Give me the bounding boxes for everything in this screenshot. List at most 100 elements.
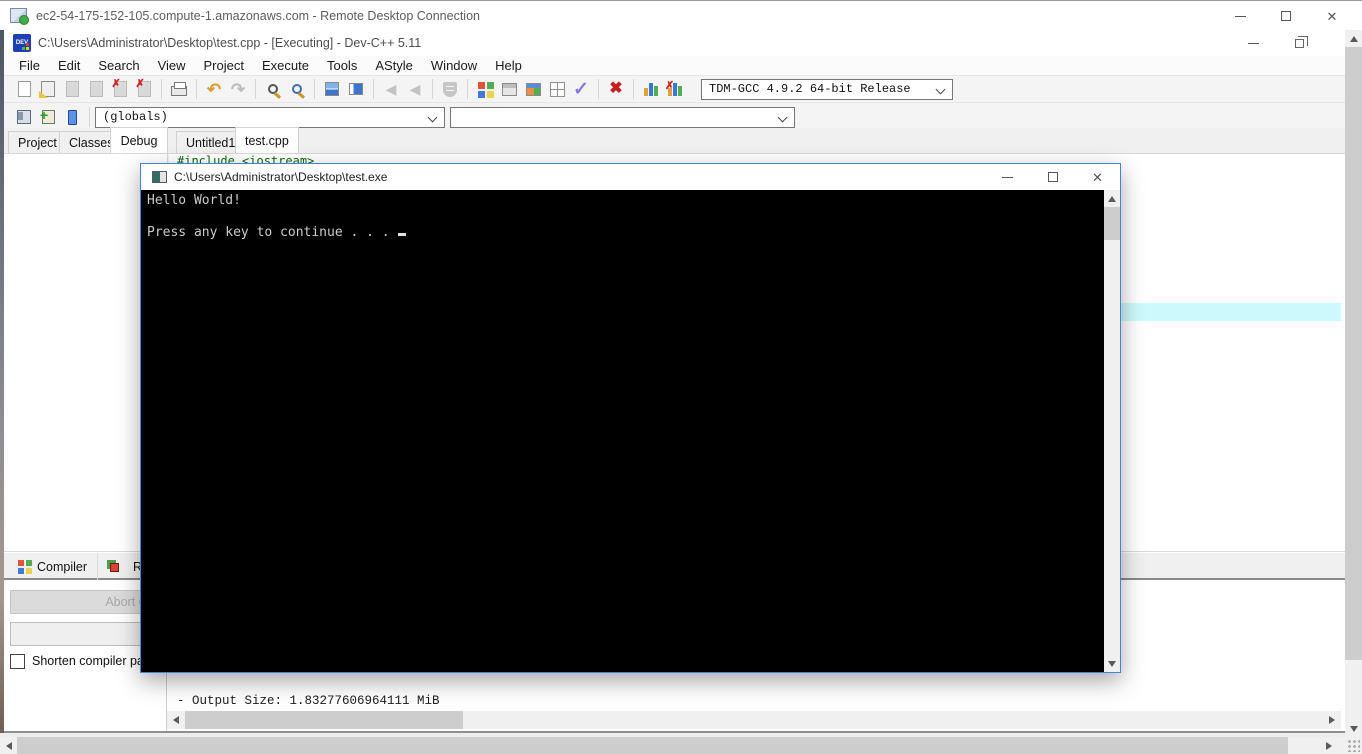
console-maximize-button[interactable] [1030,164,1075,190]
log-scroll-thumb[interactable] [185,711,463,729]
menu-astyle[interactable]: AStyle [366,56,422,75]
compiler-profile-select[interactable]: TDM-GCC 4.9.2 64-bit Release [701,78,953,100]
new-project-icon[interactable] [473,77,497,101]
console-close-button[interactable]: ✕ [1075,164,1120,190]
rdp-hscroll-thumb[interactable] [17,737,1288,754]
rdp-vscroll-thumb[interactable] [1345,47,1362,660]
rdp-resize-corner[interactable] [1337,737,1362,754]
menu-window[interactable]: Window [422,56,486,75]
toolbar-separator [161,79,162,99]
goto-definition-icon[interactable] [60,105,84,129]
console-scrollbar[interactable] [1104,190,1120,672]
rdp-horizontal-scrollbar[interactable] [0,737,1337,754]
console-titlebar[interactable]: C:\Users\Administrator\Desktop\test.exe … [141,164,1120,190]
scroll-right-icon[interactable] [1323,711,1341,729]
find-icon[interactable] [261,77,285,101]
console-output[interactable]: Hello World! Press any key to continue .… [141,190,1120,672]
globals-select[interactable]: (globals) [95,106,445,128]
menu-file[interactable]: File [10,56,49,75]
devcpp-app-icon: DEV [13,34,31,52]
rdp-connection-icon [10,8,29,25]
editor-tab-testcpp[interactable]: test.cpp [235,127,299,153]
project-options-icon[interactable] [521,77,545,101]
console-line-hello: Hello World! [147,193,241,208]
tab-row: Project Classes Debug Untitled1 test.cpp [4,127,1345,154]
add-watch-icon[interactable] [36,105,60,129]
toolbar-separator [598,79,599,99]
toolbar-separator [633,79,634,99]
menu-view[interactable]: View [149,56,195,75]
shorten-paths-label: Shorten compiler path [32,654,155,668]
rdp-maximize-button[interactable] [1266,1,1306,31]
devcpp-minimize-button[interactable] [1236,30,1270,56]
devcpp-titlebar: DEV C:\Users\Administrator\Desktop\test.… [4,30,1345,56]
toolbar-separator [373,79,374,99]
scroll-left-icon[interactable] [0,737,17,754]
console-line-press: Press any key to continue . . . [147,225,1120,241]
globals-value: (globals) [103,110,168,124]
scroll-down-icon[interactable] [1345,720,1362,737]
close-file-icon[interactable]: ✗ [108,77,132,101]
toggle-bookmarks-icon[interactable] [12,105,36,129]
open-file-icon[interactable] [36,77,60,101]
profile-icon[interactable] [639,77,663,101]
close-all-icon[interactable]: ✗ [132,77,156,101]
open-project-icon[interactable] [497,77,521,101]
menu-edit[interactable]: Edit [49,56,89,75]
menu-search[interactable]: Search [89,56,148,75]
redo-icon[interactable]: ↷ [226,77,250,101]
compiler-tab-label: Compiler [37,559,88,574]
scroll-down-icon[interactable] [1104,655,1120,672]
resize-grip-icon [1347,739,1360,752]
compiler-tab-icon [18,560,24,566]
menu-project[interactable]: Project [195,56,253,75]
menu-execute[interactable]: Execute [253,56,318,75]
toolbar-separator [314,79,315,99]
rdp-minimize-button[interactable] [1220,1,1260,31]
chevron-down-icon [935,84,946,94]
new-file-icon[interactable] [12,77,36,101]
console-press-text: Press any key to continue . . . [147,225,390,240]
back-nav-icon[interactable]: ◀ [379,77,403,101]
tab-compiler[interactable]: Compiler [8,553,99,580]
toolbar-separator [467,79,468,99]
scroll-right-icon[interactable] [1320,737,1337,754]
console-minimize-button[interactable] [985,164,1030,190]
rdp-vertical-scrollbar[interactable] [1345,30,1362,737]
chevron-down-icon [777,112,788,122]
menu-tools[interactable]: Tools [318,56,366,75]
scroll-left-icon[interactable] [167,711,185,729]
syntax-check-icon[interactable]: ✓ [569,77,593,101]
goto-line-icon[interactable] [344,77,368,101]
rdp-close-button[interactable]: ✕ [1312,1,1352,31]
replace-icon[interactable] [320,77,344,101]
menu-help[interactable]: Help [486,56,531,75]
minimize-icon [1247,42,1259,44]
restore-icon [1294,35,1308,48]
toolbar-separator [89,107,90,127]
log-horizontal-scrollbar[interactable] [167,711,1341,729]
compiler-profile-value: TDM-GCC 4.9.2 64-bit Release [709,82,911,96]
scroll-up-icon[interactable] [1345,30,1362,47]
remove-icon[interactable]: ✖ [604,77,628,101]
shorten-paths-checkbox[interactable] [10,653,25,669]
scroll-up-icon[interactable] [1104,190,1120,207]
toolbar-separator [255,79,256,99]
debug-shield-icon[interactable] [438,77,462,101]
forward-nav-icon[interactable]: ◀ [403,77,427,101]
tab-debug[interactable]: Debug [110,127,168,153]
members-select[interactable] [450,106,795,128]
save-icon[interactable] [60,77,84,101]
maximize-icon [1047,172,1058,182]
undo-icon[interactable]: ↶ [202,77,226,101]
console-title: C:\Users\Administrator\Desktop\test.exe [174,170,388,184]
console-scroll-thumb[interactable] [1104,207,1120,240]
save-all-icon[interactable] [84,77,108,101]
profile-stop-icon[interactable]: ✗ [663,77,687,101]
devcpp-restore-button[interactable] [1282,30,1316,56]
rdp-client-window: ec2-54-175-152-105.compute-1.amazonaws.c… [0,0,1362,754]
find-in-files-icon[interactable] [285,77,309,101]
close-project-icon[interactable] [545,77,569,101]
print-icon[interactable] [167,77,191,101]
resources-tab-icon [110,563,120,572]
